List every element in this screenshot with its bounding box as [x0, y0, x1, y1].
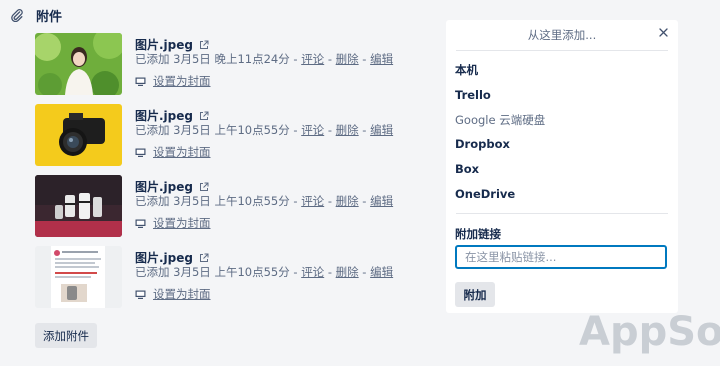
attachment-thumbnail[interactable]	[35, 175, 122, 237]
popover-title: 从这里添加...	[527, 28, 597, 42]
monitor-icon	[135, 219, 146, 228]
link-input[interactable]	[455, 245, 667, 269]
external-link-icon[interactable]	[199, 40, 209, 50]
attachment-thumbnail[interactable]	[35, 33, 122, 95]
external-link-icon[interactable]	[199, 253, 209, 263]
add-attachment-button[interactable]: 添加附件	[35, 323, 97, 348]
attachment-meta: 已添加 3月5日 晚上11点24分 - 评论 - 删除 - 编辑	[135, 52, 394, 66]
comment-link[interactable]: 评论	[301, 52, 324, 66]
popover-divider	[456, 213, 668, 214]
attachment-item: 图片.jpeg 已添加 3月5日 上午10点55分 - 评论 - 删除 - 编辑…	[35, 175, 435, 237]
delete-link[interactable]: 删除	[336, 52, 359, 66]
attachment-meta: 已添加 3月5日 上午10点55分 - 评论 - 删除 - 编辑	[135, 265, 394, 279]
attachments-header: 附件	[10, 6, 63, 25]
attachment-meta: 已添加 3月5日 上午10点55分 - 评论 - 删除 - 编辑	[135, 123, 394, 137]
popover-divider	[456, 50, 668, 51]
delete-link[interactable]: 删除	[336, 123, 359, 137]
attachment-meta: 已添加 3月5日 上午10点55分 - 评论 - 删除 - 编辑	[135, 194, 394, 208]
attach-button[interactable]: 附加	[455, 282, 495, 307]
attachments-title: 附件	[36, 9, 63, 25]
delete-link[interactable]: 删除	[336, 194, 359, 208]
set-cover-link[interactable]: 设置为封面	[135, 286, 211, 302]
edit-link[interactable]: 编辑	[370, 52, 393, 66]
attachment-item: 图片.jpeg 已添加 3月5日 上午10点55分 - 评论 - 删除 - 编辑…	[35, 104, 435, 166]
delete-link[interactable]: 删除	[336, 265, 359, 279]
source-computer[interactable]: 本机	[455, 62, 478, 78]
external-link-icon[interactable]	[199, 182, 209, 192]
add-attachment-popover: 从这里添加... 本机 Trello Google 云端硬盘 Dropbox B…	[446, 20, 678, 313]
monitor-icon	[135, 148, 146, 157]
source-box[interactable]: Box	[455, 162, 479, 176]
set-cover-link[interactable]: 设置为封面	[135, 144, 211, 160]
attach-link-label: 附加链接	[455, 227, 501, 241]
edit-link[interactable]: 编辑	[370, 265, 393, 279]
set-cover-link[interactable]: 设置为封面	[135, 215, 211, 231]
attachment-thumbnail[interactable]	[35, 104, 122, 166]
close-icon[interactable]	[658, 27, 669, 38]
attachment-item: 图片.jpeg 已添加 3月5日 上午10点55分 - 评论 - 删除 - 编辑…	[35, 246, 435, 308]
set-cover-link[interactable]: 设置为封面	[135, 73, 211, 89]
source-trello[interactable]: Trello	[455, 88, 491, 102]
attachment-item: 图片.jpeg 已添加 3月5日 晚上11点24分 - 评论 - 删除 - 编辑…	[35, 33, 435, 95]
source-google-drive[interactable]: Google 云端硬盘	[455, 112, 545, 128]
attachment-thumbnail[interactable]	[35, 246, 122, 308]
edit-link[interactable]: 编辑	[370, 194, 393, 208]
edit-link[interactable]: 编辑	[370, 123, 393, 137]
source-onedrive[interactable]: OneDrive	[455, 187, 515, 201]
paperclip-icon	[11, 9, 23, 22]
comment-link[interactable]: 评论	[301, 194, 324, 208]
appso-watermark: AppSo	[579, 309, 720, 355]
comment-link[interactable]: 评论	[301, 265, 324, 279]
monitor-icon	[135, 77, 146, 86]
comment-link[interactable]: 评论	[301, 123, 324, 137]
source-dropbox[interactable]: Dropbox	[455, 137, 510, 151]
monitor-icon	[135, 290, 146, 299]
external-link-icon[interactable]	[199, 111, 209, 121]
